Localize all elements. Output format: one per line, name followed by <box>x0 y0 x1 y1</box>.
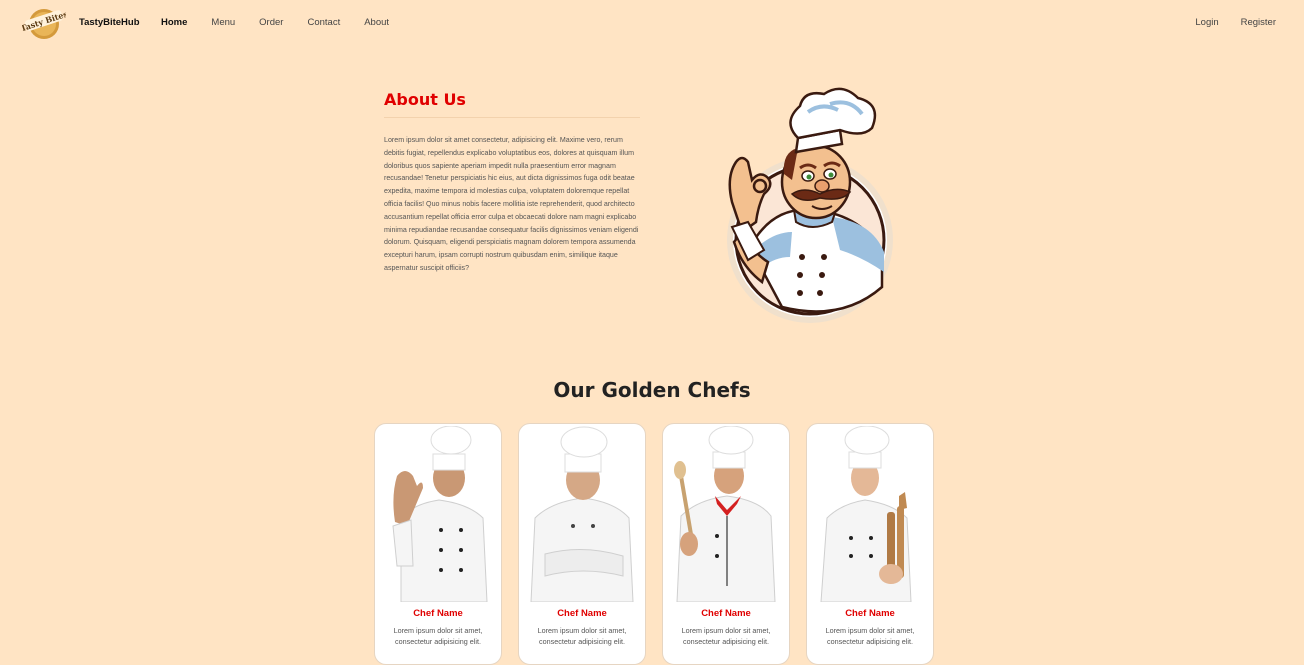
chef-name: Chef Name <box>413 608 463 619</box>
chef-cards: Chef Name Lorem ipsum dolor sit amet, co… <box>374 423 934 665</box>
navbar: Tasty Bites TastyBiteHub Home Menu Order… <box>0 0 1304 50</box>
chef-description: Lorem ipsum dolor sit amet, consectetur … <box>393 626 483 646</box>
chef-name: Chef Name <box>557 608 607 619</box>
tasty-bites-logo[interactable]: Tasty Bites <box>22 5 66 41</box>
nav-link-about[interactable]: About <box>364 17 389 28</box>
chef-photo <box>392 426 488 602</box>
chef-name: Chef Name <box>701 608 751 619</box>
chef-description: Lorem ipsum dolor sit amet, consectetur … <box>825 626 915 646</box>
chef-card[interactable]: Chef Name Lorem ipsum dolor sit amet, co… <box>662 423 790 665</box>
chef-description: Lorem ipsum dolor sit amet, consectetur … <box>537 626 627 646</box>
register-link[interactable]: Register <box>1241 17 1276 28</box>
chef-card[interactable]: Chef Name Lorem ipsum dolor sit amet, co… <box>374 423 502 665</box>
auth-links: Login Register <box>1173 17 1276 28</box>
nav-link-contact[interactable]: Contact <box>307 17 340 28</box>
nav-links: Home Menu Order Contact About <box>161 17 413 28</box>
about-section: About Us Lorem ipsum dolor sit amet cons… <box>384 90 640 275</box>
nav-link-menu[interactable]: Menu <box>211 17 235 28</box>
chef-card[interactable]: Chef Name Lorem ipsum dolor sit amet, co… <box>806 423 934 665</box>
chef-card[interactable]: Chef Name Lorem ipsum dolor sit amet, co… <box>518 423 646 665</box>
nav-link-home[interactable]: Home <box>161 17 187 28</box>
chef-mascot-illustration <box>727 87 893 323</box>
chefs-section-title: Our Golden Chefs <box>553 378 751 402</box>
login-link[interactable]: Login <box>1195 17 1218 28</box>
about-text: Lorem ipsum dolor sit amet consectetur, … <box>384 136 639 272</box>
chef-photo <box>530 426 634 602</box>
brand-name[interactable]: TastyBiteHub <box>79 17 140 28</box>
chef-name: Chef Name <box>845 608 895 619</box>
about-title: About Us <box>384 90 640 118</box>
chef-photo <box>820 426 912 602</box>
nav-link-order[interactable]: Order <box>259 17 283 28</box>
chef-description: Lorem ipsum dolor sit amet, consectetur … <box>681 626 771 646</box>
chef-photo <box>674 426 776 602</box>
